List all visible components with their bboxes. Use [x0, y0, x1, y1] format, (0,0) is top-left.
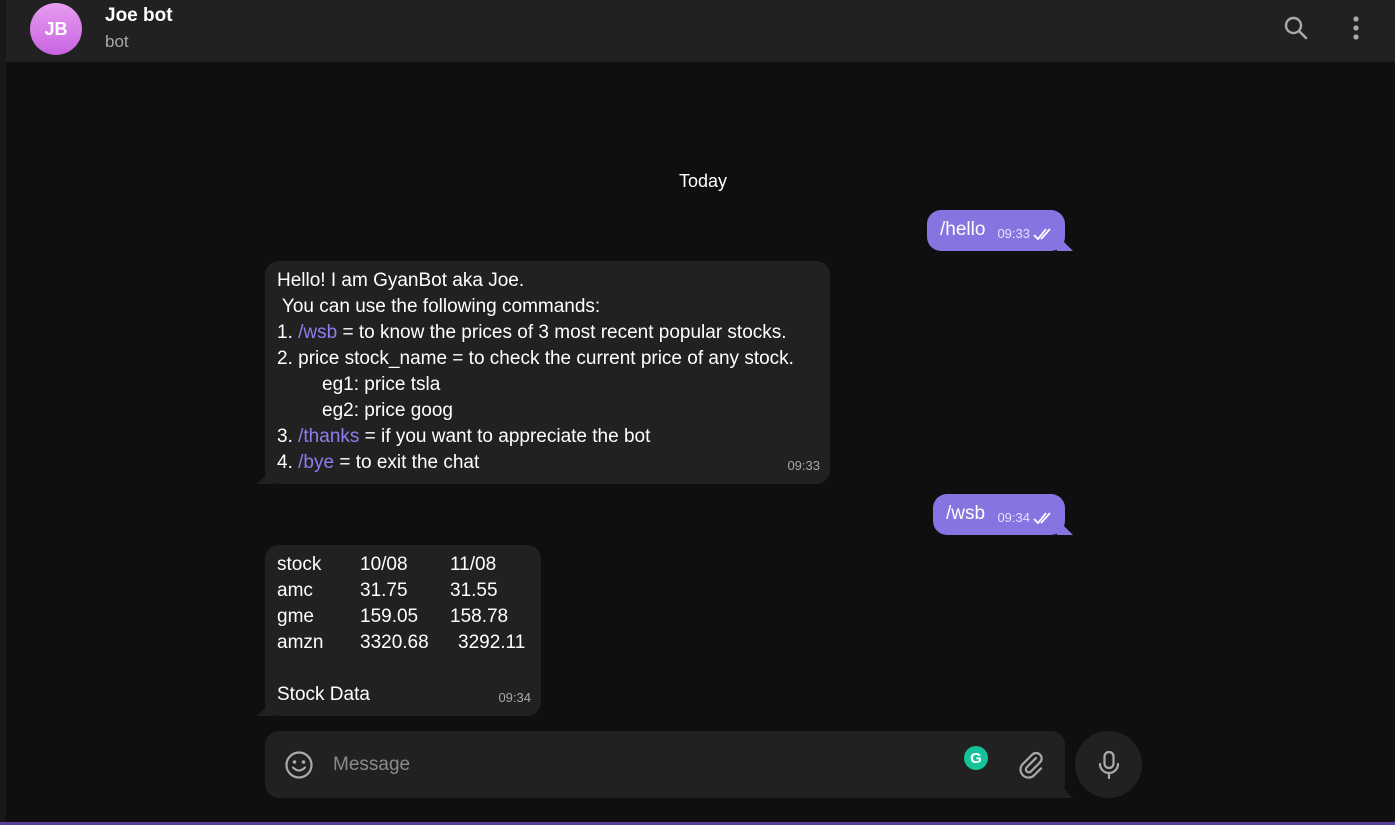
- double-check-icon: [1033, 228, 1051, 241]
- left-edge-divider: [0, 0, 6, 825]
- double-check-icon: [1033, 512, 1051, 525]
- stock-cell: 31.55: [450, 580, 498, 601]
- message-line: 2. price stock_name = to check the curre…: [277, 348, 794, 369]
- stock-cell: stock: [277, 554, 322, 575]
- command-link-thanks[interactable]: /thanks: [298, 426, 359, 447]
- stock-cell: gme: [277, 606, 314, 627]
- chat-header: JB Joe bot bot: [6, 0, 1395, 63]
- stock-cell: 11/08: [450, 554, 497, 575]
- microphone-button[interactable]: [1075, 731, 1142, 798]
- stock-cell: amc: [277, 580, 313, 601]
- more-vertical-icon: [1353, 16, 1359, 40]
- message-input[interactable]: [333, 747, 933, 783]
- message-line: 1. /wsb = to know the prices of 3 most r…: [277, 320, 818, 346]
- outgoing-message[interactable]: /wsb 09:34: [933, 494, 1065, 535]
- incoming-message[interactable]: Hello! I am GyanBot aka Joe. You can use…: [265, 261, 830, 484]
- grammarly-icon[interactable]: G: [964, 746, 988, 770]
- stock-cell: 10/08: [360, 554, 408, 575]
- command-link-bye[interactable]: /bye: [298, 452, 334, 473]
- attach-icon: [1019, 751, 1043, 779]
- stock-row: amc 31.75 31.55: [277, 578, 529, 604]
- message-composer: G: [265, 731, 1065, 798]
- message-time: 09:34: [997, 510, 1030, 525]
- microphone-icon: [1098, 750, 1119, 779]
- line-rest: = to know the prices of 3 most recent po…: [337, 322, 787, 343]
- more-options-button[interactable]: [1342, 14, 1370, 42]
- stock-cell: 158.78: [450, 606, 509, 627]
- stock-row: stock 10/08 11/08: [277, 552, 529, 578]
- stock-row: amzn 3320.68 3292.11: [277, 630, 529, 656]
- footer-text: Stock Data: [277, 684, 370, 705]
- stock-cell: 31.75: [360, 580, 408, 601]
- stock-footer: Stock Data: [277, 682, 529, 708]
- message-time: 09:34: [498, 690, 531, 705]
- line-prefix: 4.: [277, 452, 299, 473]
- message-text: /hello: [940, 219, 986, 240]
- avatar[interactable]: JB: [30, 3, 82, 55]
- line-prefix: 3.: [277, 426, 299, 447]
- line-prefix: 1.: [277, 322, 299, 343]
- message-line: eg1: price tsla: [322, 374, 441, 395]
- attach-button[interactable]: [1015, 749, 1047, 781]
- emoji-icon: [285, 751, 313, 779]
- blank-row: [277, 656, 529, 682]
- chat-subtitle: bot: [105, 32, 129, 51]
- message-line: Hello! I am GyanBot aka Joe.: [277, 270, 525, 291]
- search-icon: [1284, 16, 1308, 40]
- message-meta: 09:34: [997, 505, 1055, 531]
- stock-cell: 3292.11: [458, 632, 526, 653]
- outgoing-message[interactable]: /hello 09:33: [927, 210, 1065, 251]
- message-time: 09:33: [787, 458, 820, 473]
- message-text: /wsb: [946, 503, 986, 524]
- message-time: 09:33: [997, 226, 1030, 241]
- telegram-chat-window: JB Joe bot bot Today /hello 09:33 Hello!…: [0, 0, 1395, 825]
- stock-row: gme 159.05 158.78: [277, 604, 529, 630]
- message-line: 3. /thanks = if you want to appreciate t…: [277, 424, 818, 450]
- chat-title[interactable]: Joe bot: [105, 5, 173, 27]
- message-line: You can use the following commands:: [277, 296, 601, 317]
- stock-cell: amzn: [277, 632, 324, 653]
- message-line: eg2: price goog: [322, 400, 453, 421]
- line-rest: = to exit the chat: [334, 452, 480, 473]
- command-link-wsb[interactable]: /wsb: [298, 322, 337, 343]
- line-rest: = if you want to appreciate the bot: [359, 426, 651, 447]
- emoji-button[interactable]: [283, 749, 315, 781]
- stock-cell: 159.05: [360, 606, 419, 627]
- message-meta: 09:33: [997, 221, 1055, 247]
- stock-cell: 3320.68: [360, 632, 429, 653]
- message-line: 4. /bye = to exit the chat: [277, 450, 818, 476]
- date-separator: Today: [678, 171, 728, 191]
- search-button[interactable]: [1282, 14, 1310, 42]
- incoming-message[interactable]: stock 10/08 11/08 amc 31.75 31.55 gme 15…: [265, 545, 541, 716]
